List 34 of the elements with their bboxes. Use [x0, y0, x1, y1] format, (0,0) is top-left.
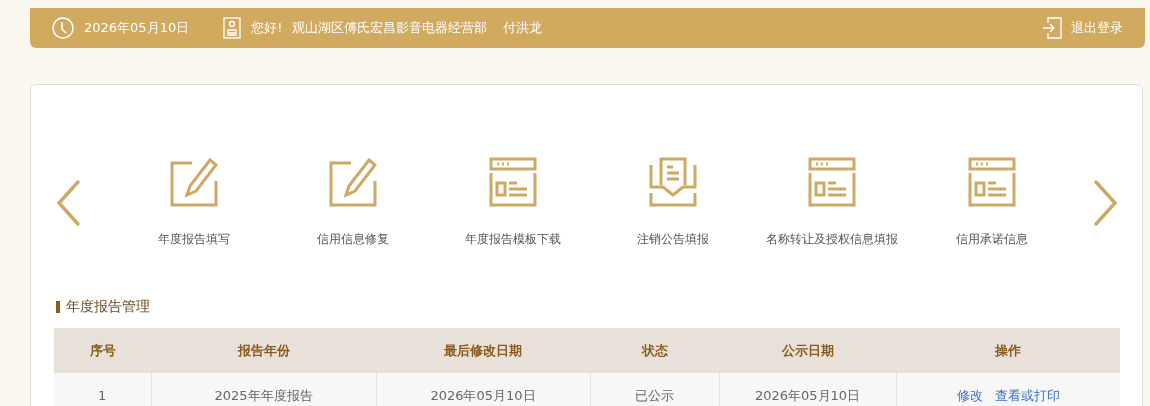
menu-item[interactable]: 年度报告填写 [114, 157, 274, 248]
user-card-icon [223, 17, 242, 39]
edit-icon [169, 157, 218, 207]
form-icon [968, 157, 1017, 207]
clock-icon [52, 17, 74, 39]
form-icon [489, 157, 538, 207]
menu-item[interactable]: 年度报告模板下载 [433, 157, 593, 248]
inbox-icon [648, 157, 697, 207]
table-cell: 2026年05月10日 [376, 373, 590, 406]
menu-item[interactable]: 名称转让及授权信息填报 [752, 157, 913, 248]
menu-item[interactable]: 注销公告填报 [593, 157, 753, 248]
form-icon [808, 157, 857, 207]
action-link[interactable]: 修改 [956, 387, 983, 403]
action-link[interactable]: 查看或打印 [994, 387, 1060, 403]
menu-item[interactable]: 信用承诺信息 [912, 157, 1072, 248]
column-header: 状态 [590, 328, 719, 373]
table-cell: 2025年年度报告 [151, 373, 376, 406]
table-cell: 2026年05月10日 [719, 373, 896, 406]
date-text: 2026年05月10日 [84, 19, 190, 37]
edit-icon [329, 157, 378, 207]
section-title: 年度报告管理 [66, 298, 150, 316]
user-name: 付洪龙 [503, 19, 543, 37]
column-header: 最后修改日期 [376, 328, 590, 373]
section-marker [56, 301, 60, 313]
column-header: 报告年份 [151, 328, 376, 373]
column-header: 公示日期 [719, 328, 896, 373]
table-cell: 1 [54, 373, 151, 406]
column-header: 操作 [896, 328, 1120, 373]
table-cell: 已公示 [590, 373, 719, 406]
column-header: 序号 [54, 328, 151, 373]
company-name: 观山湖区傅氏宏昌影音电器经营部 [292, 19, 488, 37]
menu-item[interactable]: 信用信息修复 [273, 157, 434, 248]
logout-icon [1042, 17, 1062, 39]
greeting-text: 您好! [251, 19, 283, 37]
